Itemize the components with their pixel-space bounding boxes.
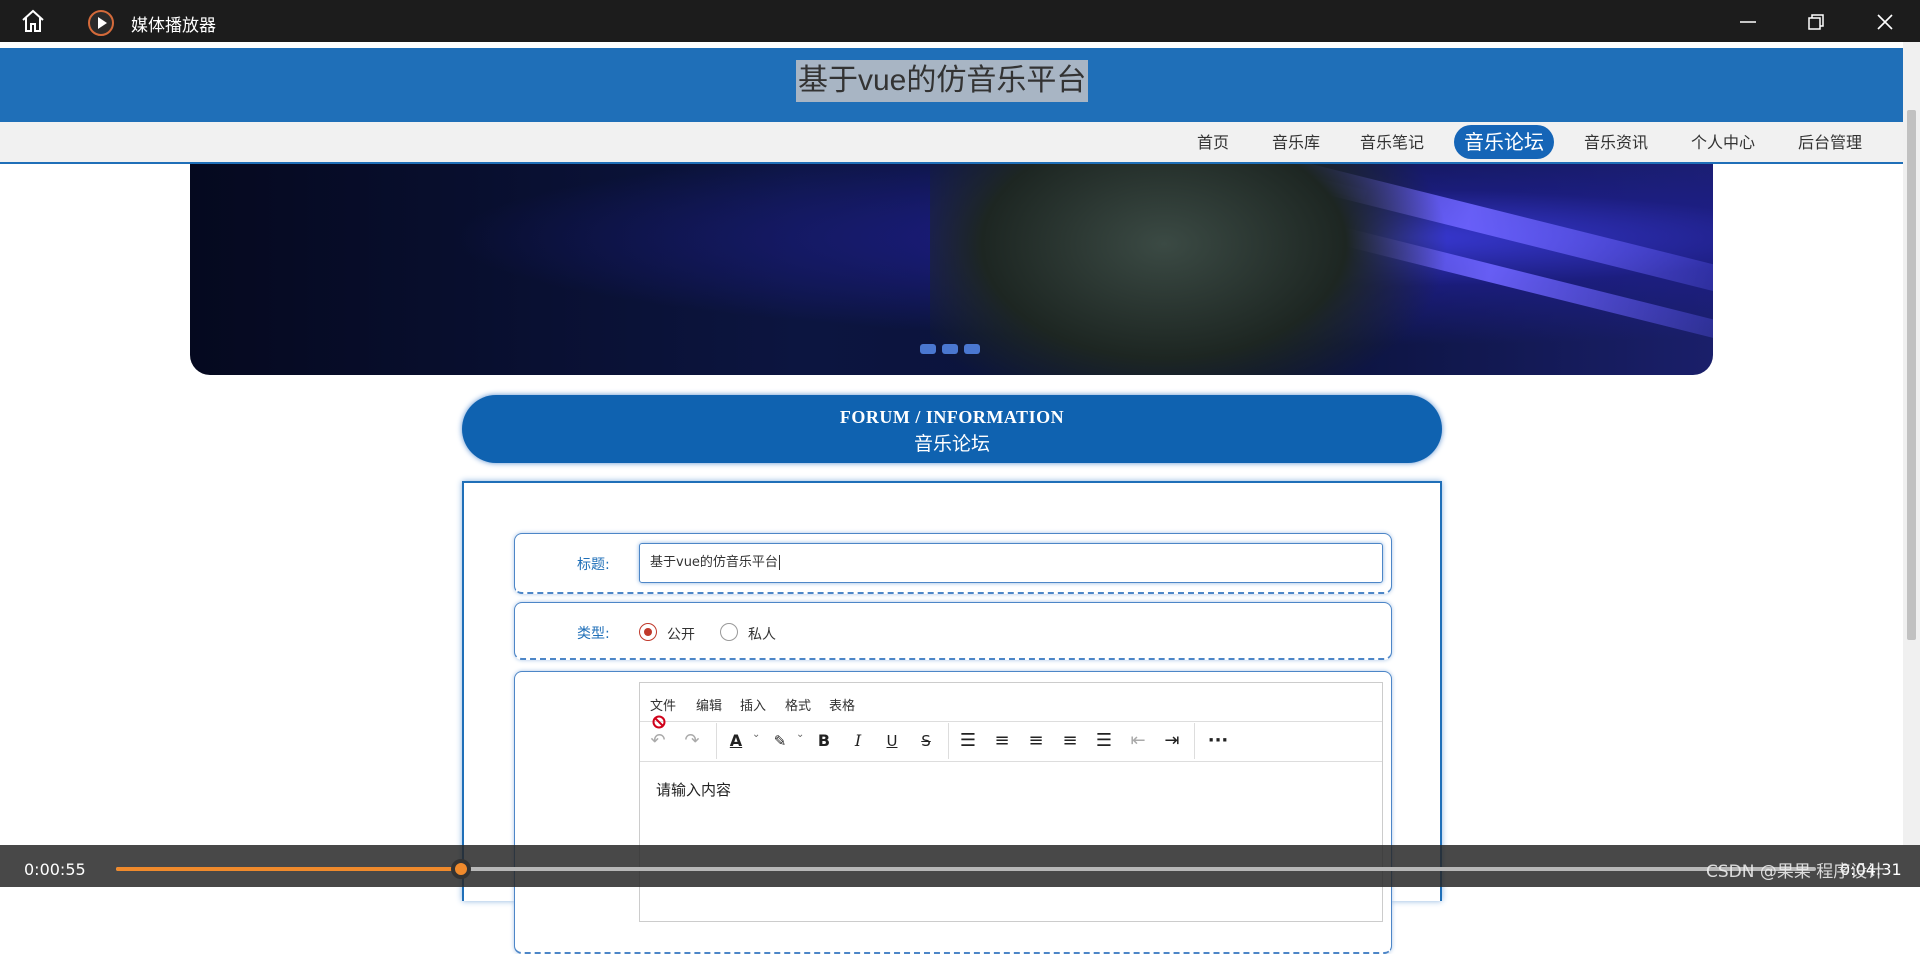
radio-public-label[interactable]: 公开	[667, 624, 695, 644]
title-input-value: 基于vue的仿音乐平台	[650, 555, 778, 570]
minimize-icon	[1740, 21, 1756, 23]
outdent-icon[interactable]: ⇤	[1126, 729, 1150, 753]
radio-public[interactable]	[639, 623, 657, 641]
page-scrollbar[interactable]	[1903, 42, 1920, 845]
bold-icon[interactable]: B	[812, 729, 836, 753]
highlight-color-icon[interactable]: ✎	[768, 729, 792, 753]
editor-toolbar: ↶ ↷ A ⌄ ✎ ⌄ B I U S ☰ ≡ ≡ ≡ ☰ ⇤ ⇥ ···	[640, 721, 1382, 762]
editor-menubar: 文件 编辑 插入 格式 表格	[640, 683, 1382, 722]
line-height-icon[interactable]: ☰	[956, 729, 980, 753]
main-nav: 首页 音乐库 音乐笔记 音乐论坛 音乐资讯 个人中心 后台管理	[0, 122, 1903, 164]
type-label: 类型:	[577, 626, 610, 642]
elapsed-time: 0:00:55	[24, 860, 86, 879]
forum-heading-cn: 音乐论坛	[913, 434, 990, 455]
more-icon[interactable]: ···	[1206, 729, 1230, 753]
toolbar-divider	[716, 723, 717, 759]
watermark: CSDN @果果 程序设计	[1706, 862, 1885, 882]
menu-table[interactable]: 表格	[829, 695, 855, 714]
indent-icon[interactable]: ⇥	[1160, 729, 1184, 753]
site-title: 基于vue的仿音乐平台	[796, 60, 1089, 102]
seek-handle[interactable]	[451, 859, 472, 879]
toolbar-divider	[1194, 723, 1195, 759]
forum-heading-en: FORUM / INFORMATION	[839, 407, 1065, 427]
italic-icon[interactable]: I	[846, 729, 870, 753]
align-center-icon[interactable]: ≡	[1024, 729, 1048, 753]
radio-private-label[interactable]: 私人	[748, 624, 776, 644]
carousel-dot[interactable]	[964, 344, 980, 354]
title-input[interactable]: 基于vue的仿音乐平台	[639, 543, 1383, 583]
player-controls: 0:00:55 0:04:31 CSDN @果果 程序设计	[0, 845, 1920, 887]
toolbar-divider	[948, 723, 949, 759]
font-color-icon[interactable]: A	[724, 729, 748, 753]
singer-image	[930, 164, 1450, 375]
nav-item-music-forum[interactable]: 音乐论坛	[1454, 125, 1554, 159]
align-left-icon[interactable]: ≡	[990, 729, 1014, 753]
title-row: 标题: 基于vue的仿音乐平台	[514, 533, 1392, 594]
carousel-indicators	[920, 344, 980, 354]
carousel-dot[interactable]	[920, 344, 936, 354]
content-row: 文件 编辑 插入 格式 表格 ↶ ↷ A ⌄ ✎ ⌄ B I U S ☰ ≡ ≡…	[514, 671, 1392, 954]
align-right-icon[interactable]: ≡	[1058, 729, 1082, 753]
menu-file[interactable]: 文件	[650, 695, 676, 714]
forum-heading: FORUM / INFORMATION 音乐论坛	[462, 395, 1442, 463]
type-row: 类型: 公开 私人	[514, 602, 1392, 660]
underline-icon[interactable]: U	[880, 729, 904, 753]
editor-content[interactable]: 请输入内容	[656, 779, 731, 800]
scrollbar-thumb[interactable]	[1907, 110, 1916, 640]
nav-item-home[interactable]: 首页	[1197, 122, 1229, 162]
menu-format[interactable]: 格式	[785, 695, 811, 714]
close-icon	[1877, 14, 1893, 30]
chevron-down-icon[interactable]: ⌄	[752, 729, 760, 740]
redo-icon[interactable]: ↷	[680, 729, 704, 753]
media-player-icon	[88, 10, 114, 36]
home-icon[interactable]	[20, 9, 52, 35]
window-titlebar: 媒体播放器	[0, 0, 1920, 42]
chevron-down-icon[interactable]: ⌄	[796, 729, 804, 740]
seek-bar-progress	[116, 867, 462, 871]
nav-item-music-notes[interactable]: 音乐笔记	[1360, 122, 1424, 162]
radio-private[interactable]	[720, 623, 738, 641]
close-button[interactable]	[1855, 0, 1915, 42]
banner-carousel[interactable]	[190, 164, 1713, 375]
carousel-dot[interactable]	[942, 344, 958, 354]
app-title: 媒体播放器	[131, 16, 216, 36]
title-label: 标题:	[577, 557, 610, 573]
restore-button[interactable]	[1786, 0, 1846, 42]
nav-item-personal-center[interactable]: 个人中心	[1691, 122, 1755, 162]
restore-icon	[1808, 14, 1824, 30]
minimize-button[interactable]	[1718, 0, 1778, 42]
menu-insert[interactable]: 插入	[740, 695, 766, 714]
nav-item-music-library[interactable]: 音乐库	[1272, 122, 1320, 162]
undo-icon[interactable]: ↶	[646, 729, 670, 753]
nav-item-music-news[interactable]: 音乐资讯	[1584, 122, 1648, 162]
menu-edit[interactable]: 编辑	[696, 695, 722, 714]
nav-item-admin[interactable]: 后台管理	[1798, 122, 1862, 162]
seek-bar[interactable]	[116, 859, 1816, 879]
site-header: 基于vue的仿音乐平台	[0, 48, 1903, 122]
post-form: 标题: 基于vue的仿音乐平台 类型: 公开 私人 文件 编辑 插入 格式 表格…	[462, 481, 1442, 954]
justify-icon[interactable]: ☰	[1092, 729, 1116, 753]
strikethrough-icon[interactable]: S	[914, 729, 938, 753]
